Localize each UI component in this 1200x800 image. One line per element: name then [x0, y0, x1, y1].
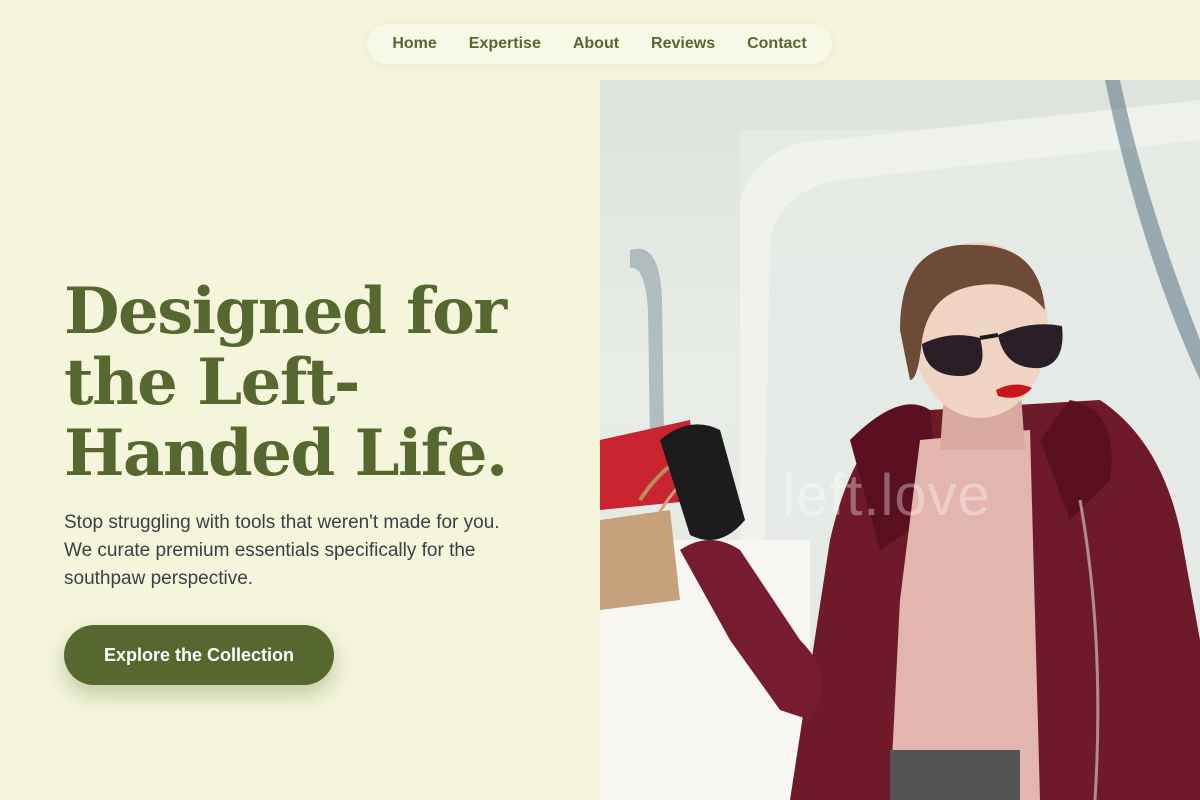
watermark-text: left.love: [782, 463, 991, 528]
nav-link-home[interactable]: Home: [376, 35, 452, 53]
nav-link-contact[interactable]: Contact: [731, 35, 823, 53]
nav-link-expertise[interactable]: Expertise: [453, 35, 557, 53]
explore-collection-button[interactable]: Explore the Collection: [64, 625, 334, 685]
hero-headline: Designed for the Left- Handed Life.: [64, 274, 508, 491]
hero-content: Designed for the Left- Handed Life. Stop…: [64, 276, 564, 685]
nav-link-about[interactable]: About: [557, 35, 635, 53]
top-nav: Home Expertise About Reviews Contact: [367, 24, 832, 64]
hero-subtext: Stop struggling with tools that weren't …: [64, 512, 500, 589]
hero-image: left.love: [600, 80, 1200, 800]
hero-photo-illustration: [600, 80, 1200, 800]
nav-link-reviews[interactable]: Reviews: [635, 35, 731, 53]
